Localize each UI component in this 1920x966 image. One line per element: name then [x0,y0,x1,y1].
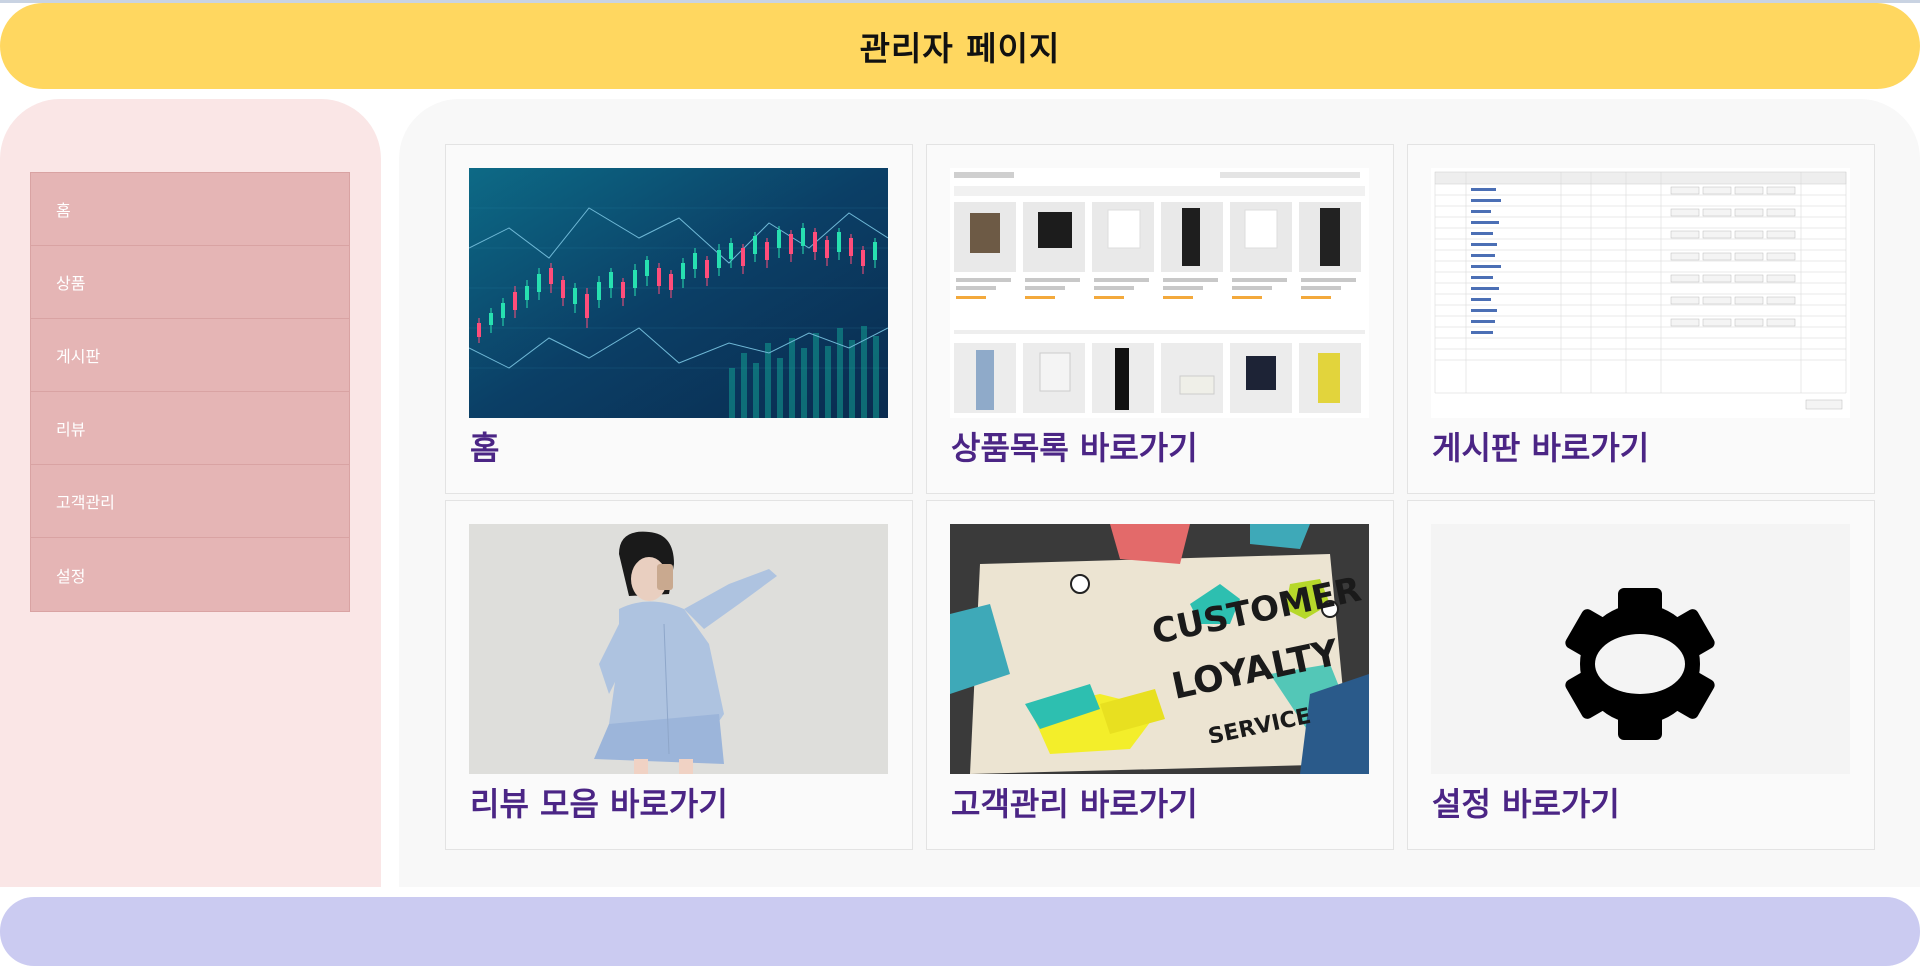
stock-chart-image [469,168,888,418]
card-board[interactable]: 게시판 바로가기 [1407,144,1875,494]
sidebar-item-board[interactable]: 게시판 [31,319,349,392]
card-label-board: 게시판 바로가기 [1432,429,1650,467]
card-label-customers: 고객관리 바로가기 [951,785,1198,823]
sidebar-item-reviews[interactable]: 리뷰 [31,392,349,465]
card-reviews[interactable]: 리뷰 모음 바로가기 [445,500,913,850]
page-footer [0,897,1920,966]
review-model-photo [469,524,888,774]
customer-loyalty-image: CUSTOMER LOYALTY SERVICE [950,524,1369,774]
page-title: 관리자 페이지 [859,29,1061,68]
sidebar-item-products[interactable]: 상품 [31,246,349,319]
board-table-screenshot [1431,168,1850,418]
card-label-reviews: 리뷰 모음 바로가기 [470,785,728,823]
card-settings[interactable]: 설정 바로가기 [1407,500,1875,850]
page-header: 관리자 페이지 [0,3,1920,89]
sidebar-item-settings[interactable]: 설정 [31,538,349,611]
sidebar: 홈 상품 게시판 리뷰 고객관리 설정 [0,99,381,887]
card-label-settings: 설정 바로가기 [1432,785,1620,823]
sidebar-item-customers[interactable]: 고객관리 [31,465,349,538]
card-label-home: 홈 [470,429,500,467]
card-home[interactable]: 홈 [445,144,913,494]
main-content: 홈 상품목록 바로가기 게시판 바로가기 리뷰 모음 바로가기 CUSTOMER… [399,99,1920,887]
card-label-products: 상품목록 바로가기 [951,429,1198,467]
gear-icon [1431,524,1850,774]
sidebar-menu: 홈 상품 게시판 리뷰 고객관리 설정 [30,172,350,612]
sidebar-item-home[interactable]: 홈 [31,173,349,246]
product-list-screenshot [950,168,1369,418]
card-customers[interactable]: CUSTOMER LOYALTY SERVICE 고객관리 바로가기 [926,500,1394,850]
card-products[interactable]: 상품목록 바로가기 [926,144,1394,494]
